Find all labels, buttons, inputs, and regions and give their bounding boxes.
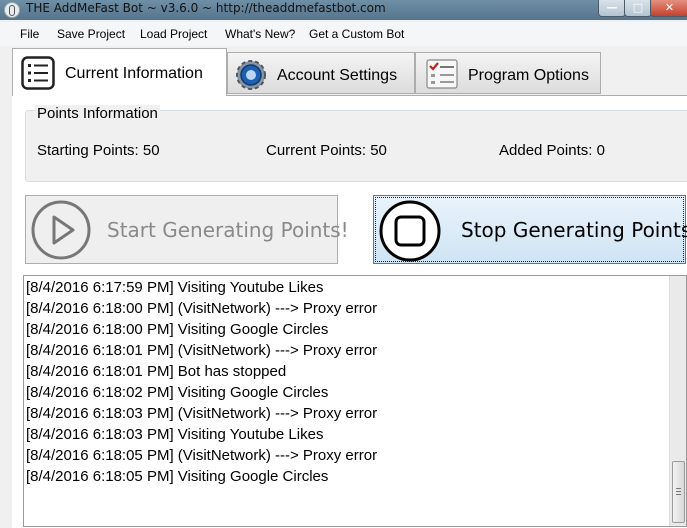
stop-generating-button[interactable]: Stop Generating Points	[373, 195, 687, 264]
menu-file[interactable]: File	[20, 27, 39, 41]
app-icon	[4, 2, 20, 18]
tab-label: Program Options	[468, 67, 589, 84]
checklist-icon	[426, 59, 458, 89]
added-points: Added Points: 0	[499, 142, 605, 159]
menu-save-project[interactable]: Save Project	[57, 27, 125, 41]
tab-strip: Current Information Account Settings Pro…	[0, 48, 687, 96]
tab-label: Current Information	[65, 65, 203, 82]
minimize-button[interactable]: —	[598, 0, 626, 17]
log-line: [8/4/2016 6:17:59 PM] Visiting Youtube L…	[26, 279, 324, 296]
list-icon	[21, 56, 55, 90]
stop-icon	[379, 200, 441, 262]
menu-get-custom-bot[interactable]: Get a Custom Bot	[309, 27, 404, 41]
tab-account-settings[interactable]: Account Settings	[227, 52, 415, 94]
tab-program-options[interactable]: Program Options	[415, 52, 601, 94]
log-line: [8/4/2016 6:18:00 PM] (VisitNetwork) ---…	[26, 300, 378, 317]
log-line: [8/4/2016 6:18:01 PM] Bot has stopped	[26, 363, 287, 380]
window-title: THE AddMeFast Bot ~ v3.6.0 ~ http://thea…	[26, 1, 386, 15]
log-line: [8/4/2016 6:18:05 PM] Visiting Google Ci…	[26, 468, 329, 485]
tab-current-information[interactable]: Current Information	[12, 48, 227, 96]
title-bar[interactable]: THE AddMeFast Bot ~ v3.6.0 ~ http://thea…	[0, 0, 687, 20]
log-line: [8/4/2016 6:18:03 PM] (VisitNetwork) ---…	[26, 405, 378, 422]
menu-whats-new[interactable]: What's New?	[225, 27, 295, 41]
menu-bar: File Save Project Load Project What's Ne…	[0, 22, 687, 46]
menu-load-project[interactable]: Load Project	[140, 27, 207, 41]
close-button[interactable]: ✕	[650, 0, 687, 17]
start-button-label: Start Generating Points!	[107, 218, 349, 242]
grip-line	[676, 491, 681, 492]
current-points: Current Points: 50	[266, 142, 387, 159]
log-textbox[interactable]: [8/4/2016 6:17:59 PM] Visiting Youtube L…	[23, 275, 687, 527]
start-generating-button[interactable]: Start Generating Points!	[25, 195, 349, 264]
tab-label: Account Settings	[277, 67, 398, 84]
maximize-button[interactable]: □	[624, 0, 652, 17]
grip-line	[676, 488, 681, 489]
log-line: [8/4/2016 6:18:05 PM] (VisitNetwork) ---…	[26, 447, 378, 464]
grip-line	[676, 494, 681, 495]
log-line: [8/4/2016 6:18:01 PM] (VisitNetwork) ---…	[26, 342, 378, 359]
log-line: [8/4/2016 6:18:03 PM] Visiting Youtube L…	[26, 426, 324, 443]
log-line: [8/4/2016 6:18:00 PM] Visiting Google Ci…	[26, 321, 329, 338]
log-scrollbar[interactable]	[669, 276, 686, 526]
scrollbar-thumb[interactable]	[672, 461, 685, 523]
starting-points: Starting Points: 50	[37, 142, 160, 159]
log-line: [8/4/2016 6:18:02 PM] Visiting Google Ci…	[26, 384, 329, 401]
points-group-title: Points Information	[35, 105, 160, 122]
stop-button-label: Stop Generating Points	[461, 218, 687, 242]
gear-icon	[236, 60, 266, 90]
play-icon	[31, 200, 91, 260]
